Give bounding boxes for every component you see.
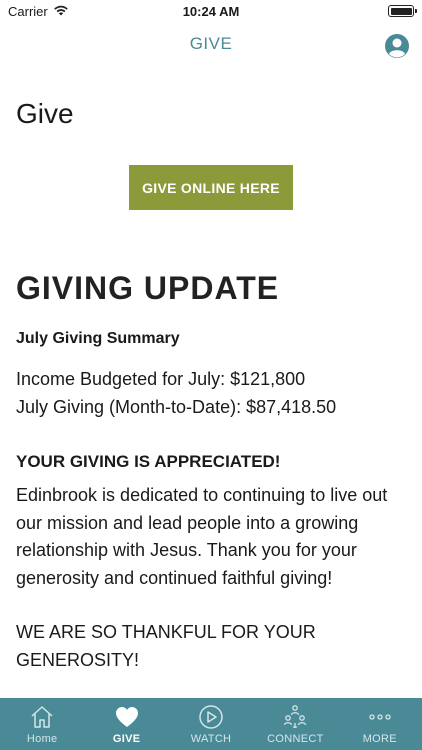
tab-home-label: Home	[26, 733, 58, 745]
nav-bar: GIVE	[0, 24, 422, 64]
tab-home[interactable]: Home	[0, 698, 84, 750]
tab-watch[interactable]: WATCH	[169, 698, 253, 750]
status-bar: Carrier 10:24 AM	[0, 0, 422, 24]
mission-paragraph: Edinbrook is dedicated to continuing to …	[16, 485, 388, 588]
home-icon	[31, 706, 53, 728]
giving-summary-heading: July Giving Summary	[16, 330, 180, 347]
tab-connect-label: CONNECT	[267, 733, 324, 745]
tab-give[interactable]: GIVE	[84, 698, 168, 750]
income-budgeted-text: Income Budgeted for July: $121,800	[16, 369, 306, 389]
tab-watch-label: WATCH	[190, 733, 232, 745]
giving-update-heading: GIVING UPDATE	[16, 270, 280, 306]
page-title: Give	[16, 98, 74, 129]
tab-more-label: MORE	[362, 733, 397, 745]
month-to-date-giving-text: July Giving (Month-to-Date): $87,418.50	[16, 397, 337, 417]
people-icon	[284, 705, 307, 728]
tab-bar: Home GIVE WATCH CONNECT MORE	[0, 698, 422, 750]
play-icon	[199, 705, 223, 729]
profile-icon[interactable]	[384, 33, 410, 59]
nav-title: GIVE	[189, 34, 233, 53]
battery-icon	[388, 5, 417, 17]
appreciated-heading: YOUR GIVING IS APPRECIATED!	[16, 452, 281, 471]
tab-connect[interactable]: CONNECT	[253, 698, 337, 750]
give-online-button[interactable]: GIVE ONLINE HERE	[129, 165, 293, 210]
more-dots-icon	[369, 714, 391, 720]
heart-icon	[115, 707, 138, 727]
tab-give-label: GIVE	[112, 733, 141, 745]
thankful-paragraph: WE ARE SO THANKFUL FOR YOUR GENEROSITY!	[16, 622, 316, 670]
status-time: 10:24 AM	[182, 4, 240, 19]
tab-more[interactable]: MORE	[338, 698, 422, 750]
main-content[interactable]: Give GIVE ONLINE HERE GIVING UPDATE July…	[0, 64, 422, 698]
